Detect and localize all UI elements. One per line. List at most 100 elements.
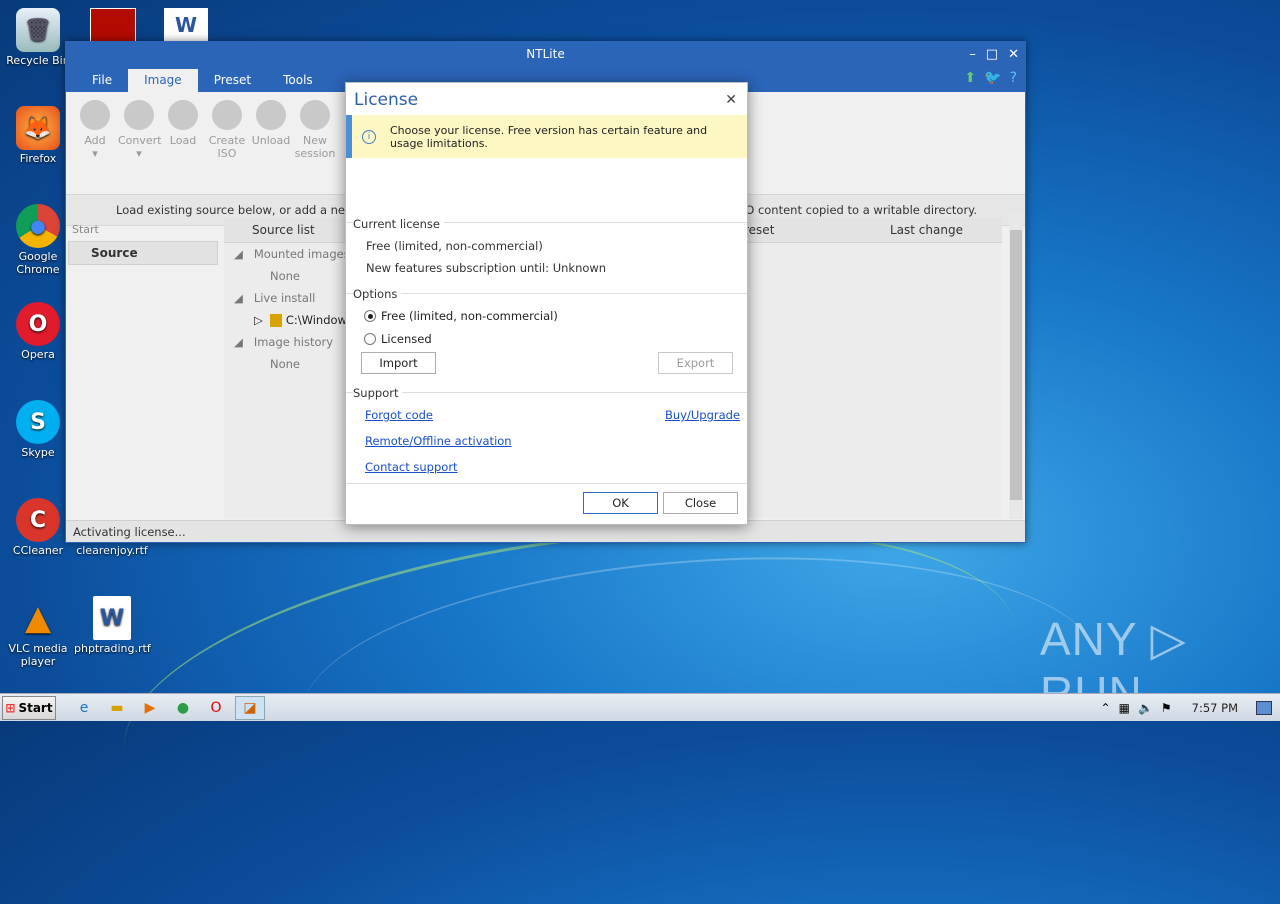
desktop-icon-phptrading[interactable]: W phptrading.rtf (74, 596, 151, 655)
subscription-value: New features subscription until: Unknown (366, 261, 607, 275)
unload-icon (256, 100, 286, 130)
firefox-icon: 🦊 (16, 106, 60, 150)
ie-icon[interactable]: e (70, 697, 98, 719)
ribbon-sublabel: ▾ (136, 147, 142, 160)
remote-activation-link[interactable]: Remote/Offline activation (365, 434, 512, 448)
taskbar: ⊞ Start e ▬ ▶ ● O ◪ ⌃ ▦ 🔈 ⚑ 7:57 PM (0, 693, 1280, 721)
word-document-icon[interactable]: W (164, 8, 208, 42)
license-notice: i Choose your license. Free version has … (346, 115, 747, 158)
add-icon (80, 100, 110, 130)
ribbon-sublabel: ▾ (92, 147, 98, 160)
divider (346, 483, 747, 484)
minimize-icon[interactable]: – (969, 42, 976, 67)
import-button[interactable]: Import (361, 352, 436, 374)
ribbon-label: Convert (118, 134, 162, 147)
ccleaner-icon: C (16, 498, 60, 542)
media-player-icon[interactable]: ▶ (136, 697, 164, 719)
contact-support-link[interactable]: Contact support (365, 460, 458, 474)
ribbon-new-session-button[interactable]: New session (294, 98, 336, 188)
forgot-code-link[interactable]: Forgot code (365, 408, 433, 422)
tree-label: C:\Window (285, 313, 347, 327)
column-source-list[interactable]: Source list (252, 223, 315, 237)
skype-icon: S (16, 400, 60, 444)
windows-logo-icon: ⊞ (5, 700, 16, 715)
dialog-titlebar[interactable]: License ✕ (346, 83, 747, 115)
radio-free[interactable]: Free (limited, non-commercial) (364, 309, 558, 323)
word-document-icon: W (93, 596, 131, 640)
start-label: Start (18, 700, 53, 715)
ntlite-taskbar-icon[interactable]: ◪ (235, 695, 265, 720)
maximize-icon[interactable]: □ (986, 42, 998, 67)
network-icon[interactable]: ▦ (1119, 701, 1130, 715)
ribbon-unload-button[interactable]: Unload (250, 98, 292, 188)
desktop-icon-vlc[interactable]: ▲ VLC media player (0, 596, 76, 668)
ribbon-add-button[interactable]: Add ▾ (74, 98, 116, 188)
info-icon: i (362, 129, 376, 144)
show-hidden-icons-icon[interactable]: ⌃ (1101, 701, 1111, 715)
radio-button[interactable] (364, 333, 376, 345)
ribbon-convert-button[interactable]: Convert ▾ (118, 98, 162, 188)
ribbon-create-iso-button[interactable]: Create ISO (206, 98, 248, 188)
left-panel: Start Source (68, 218, 218, 518)
divider (346, 293, 747, 294)
ok-button[interactable]: OK (583, 492, 658, 514)
close-icon[interactable]: ✕ (725, 83, 737, 117)
action-center-flag-icon[interactable]: ⚑ (1161, 701, 1172, 715)
volume-icon[interactable]: 🔈 (1138, 701, 1153, 715)
sidebar-item-source[interactable]: Source (68, 241, 218, 265)
support-label: Support (353, 386, 403, 400)
ribbon-label: Add (84, 134, 106, 147)
acrobat-icon[interactable] (90, 8, 136, 44)
divider (346, 392, 747, 393)
show-desktop-icon[interactable] (1256, 700, 1272, 715)
iso-icon (212, 100, 242, 130)
menu-preset[interactable]: Preset (198, 69, 267, 92)
left-panel-header: Start (72, 223, 99, 236)
opera-icon: O (16, 302, 60, 346)
window-titlebar[interactable]: NTLite – □ ✕ (66, 42, 1025, 67)
close-icon[interactable]: ✕ (1008, 42, 1019, 67)
chrome-icon: ● (16, 204, 60, 248)
current-license-label: Current license (353, 217, 444, 231)
vertical-scrollbar[interactable] (1009, 214, 1023, 519)
ribbon-label: Load (169, 134, 197, 147)
menu-tools[interactable]: Tools (267, 69, 329, 92)
scrollbar-thumb[interactable] (1010, 230, 1022, 500)
radio-button-selected[interactable] (364, 310, 376, 322)
explorer-icon[interactable]: ▬ (103, 697, 131, 719)
desktop-icon-label: VLC media player (8, 642, 68, 668)
ribbon-label: Unload (251, 134, 291, 147)
twitter-icon[interactable]: 🐦 (984, 70, 1001, 86)
load-icon (168, 100, 198, 130)
radio-label: Licensed (381, 332, 432, 346)
column-preset[interactable]: reset (744, 223, 774, 237)
column-last-change[interactable]: Last change (890, 223, 963, 237)
clock[interactable]: 7:57 PM (1192, 701, 1238, 715)
radio-licensed[interactable]: Licensed (364, 332, 432, 346)
window-title: NTLite (526, 47, 565, 61)
update-arrow-icon[interactable]: ⬆ (964, 70, 976, 86)
convert-icon (124, 100, 154, 130)
export-button[interactable]: Export (658, 352, 733, 374)
new-session-icon (300, 100, 330, 130)
ribbon-load-button[interactable]: Load (162, 98, 204, 188)
license-dialog: License ✕ i Choose your license. Free ve… (345, 82, 748, 525)
desktop-icon-label: clearenjoy.rtf (76, 544, 148, 557)
tree-label: Mounted images (253, 247, 350, 261)
desktop-icon-label: CCleaner (12, 544, 64, 557)
chrome-icon[interactable]: ● (169, 697, 197, 719)
desktop-icon-label: phptrading.rtf (74, 642, 151, 655)
notice-text: Choose your license. Free version has ce… (390, 123, 708, 150)
start-button[interactable]: ⊞ Start (2, 695, 56, 720)
ribbon-label: New (303, 134, 327, 147)
tree-label: Live install (253, 291, 316, 305)
menu-image[interactable]: Image (128, 69, 198, 92)
help-icon[interactable]: ? (1010, 70, 1017, 86)
recycle-bin-icon: 🗑 (16, 8, 60, 52)
tree-label: Image history (253, 335, 334, 349)
buy-upgrade-link[interactable]: Buy/Upgrade (665, 408, 740, 422)
dialog-title: License (354, 90, 419, 110)
opera-icon[interactable]: O (202, 697, 230, 719)
menu-file[interactable]: File (76, 69, 128, 92)
close-button[interactable]: Close (663, 492, 738, 514)
